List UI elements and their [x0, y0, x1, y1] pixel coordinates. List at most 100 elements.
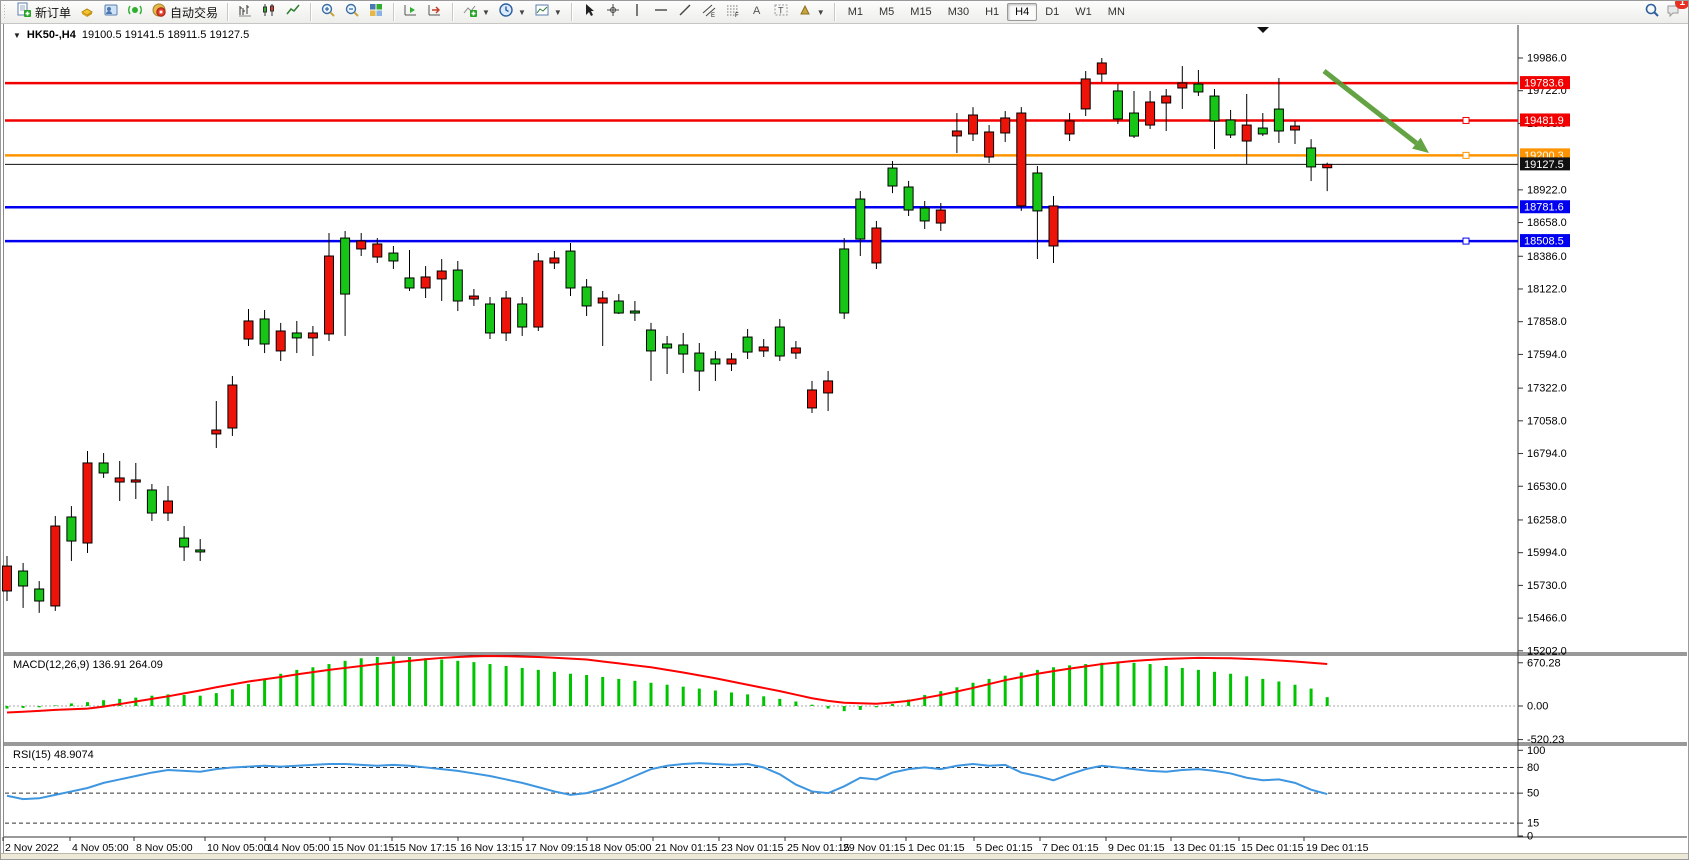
dropdown-arrow-icon[interactable]: ▼ — [518, 8, 526, 17]
timeframe-button-m5[interactable]: M5 — [871, 3, 902, 21]
vertical-line-button[interactable] — [625, 3, 649, 21]
bar-chart-icon — [237, 2, 253, 23]
cursor-button[interactable] — [577, 3, 601, 21]
svg-text:17322.0: 17322.0 — [1527, 383, 1567, 395]
tile-windows-button[interactable] — [364, 3, 388, 21]
chart-symbol-period: HK50-,H4 — [27, 29, 76, 41]
time-axis[interactable]: 2 Nov 20224 Nov 05:008 Nov 05:0010 Nov 0… — [3, 837, 1369, 854]
toolbar-group — [313, 1, 391, 23]
text-icon: A — [749, 2, 765, 23]
crosshair-icon — [605, 2, 621, 23]
mt4-terminal-window: 新订单 自动交易 ▼ ▼ ▼ E FAT ▼ M1M5M15M30H1H4D1W1MN 1 ▼ H… — [0, 0, 1689, 860]
price-axis[interactable]: 19986.019722.019458.018922.018658.018386… — [1518, 53, 1567, 658]
zoom-in-icon — [320, 2, 336, 23]
zoom-in-button[interactable] — [316, 3, 340, 21]
toolbar-drag-handle[interactable] — [3, 4, 7, 20]
rsi-line — [7, 763, 1327, 799]
svg-text:18386.0: 18386.0 — [1527, 251, 1567, 263]
svg-text:15202.0: 15202.0 — [1527, 645, 1567, 657]
svg-text:19481.9: 19481.9 — [1524, 115, 1564, 127]
svg-text:18122.0: 18122.0 — [1527, 283, 1567, 295]
bar-chart-button[interactable] — [233, 3, 257, 21]
svg-text:50: 50 — [1527, 788, 1539, 800]
toolbar-separator — [571, 3, 572, 21]
tile-windows-icon — [368, 2, 384, 23]
auto-trading-icon — [151, 2, 167, 23]
toolbar-group — [230, 1, 308, 23]
toolbar-group: E FAT ▼ — [574, 1, 832, 23]
chart-canvas[interactable]: 19986.019722.019458.018922.018658.018386… — [1, 1, 1689, 860]
line-handle[interactable] — [1463, 152, 1469, 158]
timeframe-toolbar: M1M5M15M30H1H4D1W1MN — [837, 1, 1136, 23]
dropdown-arrow-icon[interactable]: ▼ — [554, 8, 562, 17]
chart-ohlc-values: 19100.5 19141.5 18911.5 19127.5 — [82, 29, 249, 41]
line-handle[interactable] — [1463, 117, 1469, 123]
indicators-button[interactable]: ▼ — [458, 3, 494, 21]
svg-text:E: E — [711, 13, 715, 18]
navigator-button[interactable] — [99, 3, 123, 21]
line-handle[interactable] — [1463, 238, 1469, 244]
horizontal-line-button[interactable] — [649, 3, 673, 21]
timeframe-button-m30[interactable]: M30 — [940, 3, 977, 21]
arrows-button[interactable]: ▼ — [793, 3, 829, 21]
timeframe-button-m1[interactable]: M1 — [840, 3, 871, 21]
fibonacci-icon: F — [725, 2, 741, 23]
zoom-out-icon — [344, 2, 360, 23]
line-chart-button[interactable] — [281, 3, 305, 21]
indicator-axes: 670.280.00-520.231008050150 — [1518, 657, 1564, 842]
timeframe-button-mn[interactable]: MN — [1100, 3, 1133, 21]
chart-shift-button[interactable] — [423, 3, 447, 21]
auto-trading-button[interactable]: 自动交易 — [147, 3, 222, 21]
timeframe-button-h4[interactable]: H4 — [1007, 3, 1037, 21]
toolbar-separator — [227, 3, 228, 21]
signal-button[interactable] — [123, 3, 147, 21]
templates-button[interactable]: ▼ — [530, 3, 566, 21]
text-button[interactable]: A — [745, 3, 769, 21]
svg-text:18508.5: 18508.5 — [1524, 236, 1564, 248]
horizontal-line-icon — [653, 2, 669, 23]
candlestick-chart-icon — [261, 2, 277, 23]
line-chart-icon — [285, 2, 301, 23]
macd-histogram — [7, 656, 1327, 711]
dropdown-arrow-icon[interactable]: ▼ — [482, 8, 490, 17]
rsi-level-lines — [5, 767, 1518, 823]
crosshair-button[interactable] — [601, 3, 625, 21]
scroll-position-marker[interactable] — [1257, 27, 1269, 33]
timeframe-button-d1[interactable]: D1 — [1037, 3, 1067, 21]
templates-icon — [534, 2, 550, 23]
window-bottom-edge — [1, 853, 1689, 860]
notifications-icon[interactable]: 1 — [1666, 2, 1682, 23]
timeframe-button-h1[interactable]: H1 — [977, 3, 1007, 21]
quotes-icon — [79, 2, 95, 23]
new-order-label: 新订单 — [35, 4, 71, 21]
horizontal-price-lines[interactable] — [5, 83, 1518, 244]
new-order-button[interactable]: 新订单 — [12, 3, 75, 21]
arrows-icon — [797, 2, 813, 23]
timeframe-button-w1[interactable]: W1 — [1067, 3, 1100, 21]
notification-count-badge: 1 — [1675, 0, 1689, 9]
text-label-button[interactable]: T — [769, 3, 793, 21]
zoom-out-button[interactable] — [340, 3, 364, 21]
toolbar-separator — [393, 3, 394, 21]
svg-text:80: 80 — [1527, 762, 1539, 774]
search-icon[interactable] — [1644, 2, 1660, 23]
chart-collapse-icon[interactable]: ▼ — [13, 31, 21, 40]
chart-header: ▼ HK50-,H4 19100.5 19141.5 18911.5 19127… — [13, 29, 249, 41]
candlestick-series — [3, 58, 1332, 613]
periods-button[interactable]: ▼ — [494, 3, 530, 21]
text-label-icon: T — [773, 2, 789, 23]
trendline-button[interactable] — [673, 3, 697, 21]
auto-scroll-button[interactable] — [399, 3, 423, 21]
svg-text:17058.0: 17058.0 — [1527, 415, 1567, 427]
dropdown-arrow-icon[interactable]: ▼ — [817, 8, 825, 17]
toolbar-group — [396, 1, 450, 23]
quotes-button[interactable] — [75, 3, 99, 21]
candlestick-chart-button[interactable] — [257, 3, 281, 21]
equidistant-channel-button[interactable]: E — [697, 3, 721, 21]
toolbar-separator — [310, 3, 311, 21]
fibonacci-button[interactable]: F — [721, 3, 745, 21]
timeframe-button-m15[interactable]: M15 — [902, 3, 939, 21]
svg-text:19127.5: 19127.5 — [1524, 159, 1564, 171]
svg-text:670.28: 670.28 — [1527, 657, 1561, 669]
new-order-icon — [16, 2, 32, 23]
